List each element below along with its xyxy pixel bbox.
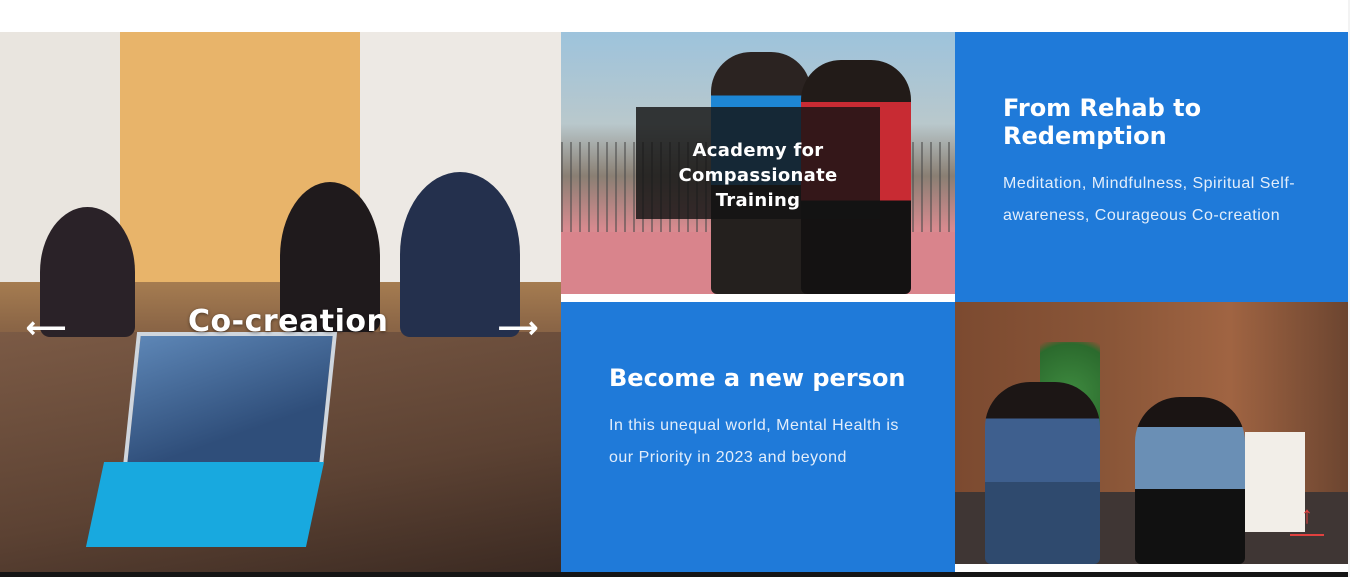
academy-title: Academy for Compassionate Training bbox=[678, 140, 838, 211]
academy-tile[interactable]: Academy for Compassionate Training bbox=[561, 32, 955, 294]
become-title: Become a new person bbox=[609, 364, 906, 392]
hero-slider[interactable]: ⟵ Co-creation ⟶ bbox=[0, 32, 561, 572]
footer-strip bbox=[0, 572, 1350, 577]
slide-image-laptop bbox=[122, 332, 338, 467]
rehab-text: Meditation, Mindfulness, Spiritual Self-… bbox=[1003, 175, 1296, 224]
scroll-to-top-arrow-up-icon[interactable]: ↑ bbox=[1290, 500, 1324, 536]
rehab-title: From Rehab to Redemption bbox=[1003, 94, 1202, 150]
slider-next-arrow-icon[interactable]: ⟶ bbox=[498, 314, 538, 342]
slide-caption: Co-creation bbox=[188, 304, 389, 339]
become-text: In this unequal world, Mental Health is … bbox=[609, 417, 899, 466]
academy-title-overlay: Academy for Compassionate Training bbox=[636, 107, 880, 219]
become-tile[interactable]: Become a new person In this unequal worl… bbox=[561, 302, 955, 572]
slide-image-keyboard bbox=[85, 462, 325, 547]
slider-prev-arrow-icon[interactable]: ⟵ bbox=[26, 314, 66, 342]
rehab-tile[interactable]: From Rehab to Redemption Meditation, Min… bbox=[955, 32, 1348, 302]
photo-person bbox=[1135, 397, 1245, 564]
photo-person bbox=[985, 382, 1100, 564]
